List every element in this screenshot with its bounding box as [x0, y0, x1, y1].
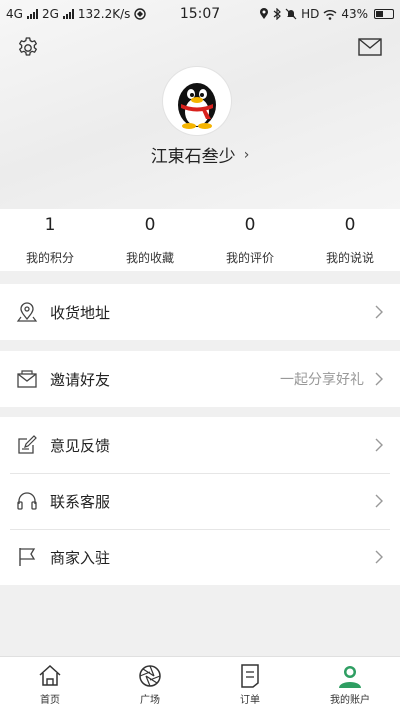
signal-icon — [26, 9, 38, 19]
tab-label: 广场 — [140, 694, 160, 706]
location-icon — [260, 8, 269, 19]
bluetooth-icon — [273, 8, 281, 20]
stat-label: 我的说说 — [325, 250, 374, 265]
chevron-right-icon: › — [243, 146, 250, 163]
chevron-right-icon — [375, 550, 383, 564]
location-pin-icon — [16, 302, 38, 322]
bottom-tab-bar: 首页 广场 订单 我的账户 — [0, 656, 400, 711]
menu-item-address[interactable]: 收货地址 — [0, 284, 400, 340]
flag-icon — [19, 548, 36, 566]
aperture-icon — [139, 664, 161, 687]
chevron-right-icon — [375, 305, 383, 319]
chevron-right-icon — [375, 494, 383, 508]
stat-label: 我的收藏 — [125, 250, 174, 265]
menu-item-customer-service[interactable]: 联系客服 — [0, 473, 400, 529]
message-envelope-icon[interactable] — [358, 38, 382, 56]
stat-favorites[interactable]: 0 我的收藏 — [100, 209, 200, 271]
battery-icon — [374, 9, 394, 19]
address-group: 收货地址 — [0, 284, 400, 340]
username: 江東石叁少 — [150, 147, 236, 167]
menu-item-invite[interactable]: 邀请好友 一起分享好礼 — [0, 351, 400, 407]
chevron-right-icon — [375, 372, 383, 386]
menu-label: 意见反馈 — [50, 436, 111, 455]
mute-icon — [285, 8, 297, 20]
wifi-icon — [323, 9, 337, 20]
stat-value: 0 — [244, 214, 256, 235]
menu-item-feedback[interactable]: 意见反馈 — [0, 417, 400, 473]
network-label-4g: 4G — [6, 7, 23, 21]
invite-group: 邀请好友 一起分享好礼 — [0, 351, 400, 407]
menu-label: 联系客服 — [50, 492, 111, 511]
menu-item-merchant[interactable]: 商家入驻 — [0, 529, 400, 585]
avatar[interactable] — [163, 67, 231, 135]
home-icon — [39, 664, 61, 686]
stat-value: 1 — [44, 214, 56, 235]
stat-posts[interactable]: 0 我的说说 — [300, 209, 400, 271]
hd-label: HD — [301, 7, 320, 21]
chevron-right-icon — [375, 438, 383, 452]
tab-square[interactable]: 广场 — [100, 657, 200, 711]
support-group: 意见反馈 联系客服 商家入驻 — [0, 417, 400, 585]
tab-label: 订单 — [240, 694, 260, 706]
penguin-avatar-icon — [178, 83, 216, 129]
stats-bar: 1 我的积分 0 我的收藏 0 我的评价 0 我的说说 — [0, 209, 400, 271]
invite-envelope-icon — [17, 370, 37, 388]
menu-label: 商家入驻 — [50, 548, 111, 567]
network-label-2g: 2G — [41, 7, 59, 21]
network-speed: 132.2K/s — [77, 7, 131, 21]
battery-level: 43% — [341, 7, 368, 21]
stat-reviews[interactable]: 0 我的评价 — [200, 209, 300, 271]
invite-hint: 一起分享好礼 — [280, 372, 364, 388]
menu-label: 收货地址 — [50, 303, 111, 322]
signal-icon — [62, 9, 74, 19]
headphones-icon — [17, 492, 37, 510]
account-icon — [339, 665, 361, 688]
order-icon — [241, 663, 259, 688]
sync-icon — [134, 8, 147, 20]
feedback-edit-icon — [18, 435, 37, 454]
stat-points[interactable]: 1 我的积分 — [0, 209, 100, 271]
stat-value: 0 — [144, 214, 156, 235]
tab-label: 我的账户 — [330, 694, 370, 706]
status-bar: 4G 2G 132.2K/s 15:07 HD 43% — [0, 0, 400, 28]
tab-orders[interactable]: 订单 — [200, 657, 300, 711]
stat-label: 我的积分 — [25, 250, 74, 265]
status-time: 15:07 — [179, 6, 221, 22]
tab-account[interactable]: 我的账户 — [300, 657, 400, 711]
stat-value: 0 — [344, 214, 356, 235]
username-row[interactable]: 江東石叁少 › — [0, 142, 400, 168]
stat-label: 我的评价 — [225, 250, 274, 265]
tab-home[interactable]: 首页 — [0, 657, 100, 711]
settings-gear-icon[interactable] — [16, 36, 40, 60]
tab-label: 首页 — [40, 694, 60, 706]
menu-label: 邀请好友 — [50, 370, 111, 389]
